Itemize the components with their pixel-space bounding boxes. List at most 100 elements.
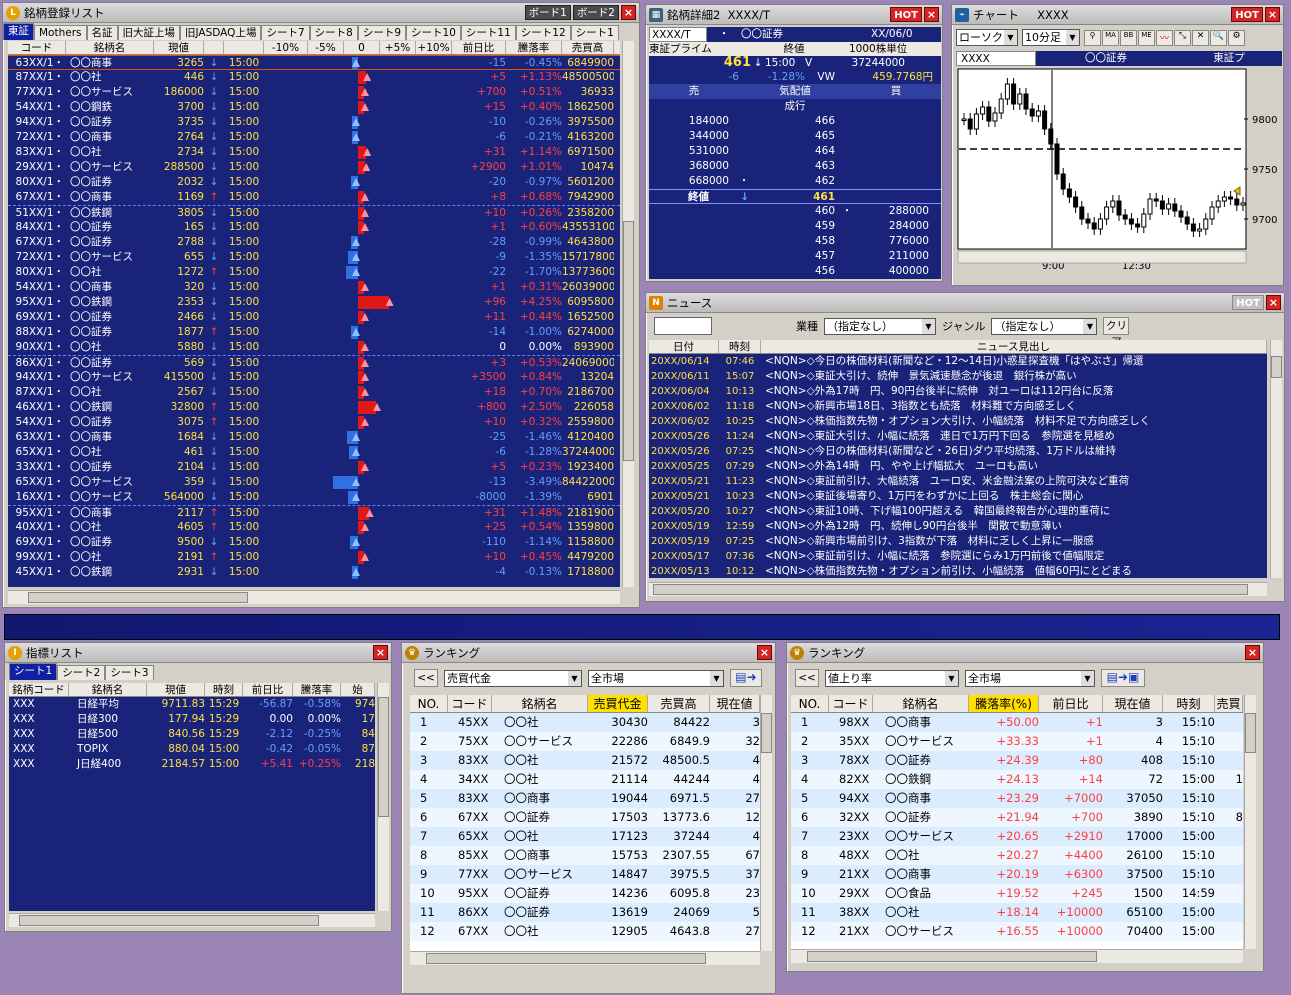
close-icon[interactable]: × [924, 7, 939, 22]
close-icon[interactable]: × [621, 5, 636, 20]
index-vscroll[interactable] [377, 683, 389, 911]
news-row[interactable]: 20XX/05/21 10:23 <NQN>◇東証後場寄り、1万円をわずかに上回る … [649, 489, 1267, 504]
tab-3[interactable]: 旧大証上場 [117, 25, 181, 40]
tab-10[interactable]: シート12 [515, 25, 571, 40]
ranking2-metric-select[interactable]: 値上り率 [825, 669, 959, 687]
bb-icon[interactable]: BB [1120, 29, 1137, 46]
candlestick-chart[interactable]: 9800975097009:00 12:30 [956, 67, 1282, 283]
ranking-row[interactable]: 6 67XX 〇〇証券 17503 13773.6 12 [410, 808, 760, 827]
news-vscroll[interactable] [1270, 340, 1282, 578]
table-row[interactable]: 69XX/1・ 〇〇証券 9500 ↓ 15:00 -110 -1.14% 1158800 [8, 535, 620, 550]
table-row[interactable]: 63XX/1・ 〇〇商事 1684 ↓ 15:00 -25 -1.46% 4120400 [8, 430, 620, 445]
ranking-row[interactable]: 9 21XX 〇〇商事 +20.19 +6300 37500 15:10 [791, 865, 1243, 884]
close-icon[interactable]: × [1245, 645, 1260, 660]
erase-icon[interactable]: ✕ [1192, 29, 1209, 46]
table-row[interactable]: 46XX/1・ 〇〇鉄鋼 32800 ↑ 15:00 +800 +2.50% 226058 [8, 400, 620, 415]
table-row[interactable]: 72XX/1・ 〇〇商事 2764 ↓ 15:00 -6 -0.21% 4163200 [8, 130, 620, 145]
table-row[interactable]: 51XX/1・ 〇〇鉄鋼 3805 ↓ 15:00 +10 +0.26% 2358200 [8, 205, 620, 220]
close-icon[interactable]: × [1265, 7, 1280, 22]
table-row[interactable]: 63XX/1・ 〇〇商事 3265 ↓ 15:00 -15 -0.45% 6849900 [8, 55, 620, 70]
ranking2-vscroll[interactable] [1244, 695, 1256, 949]
news-row[interactable]: 20XX/06/14 07:46 <NQN>◇今日の株価材料(新聞など・12～14日… [649, 354, 1267, 369]
table-row[interactable]: 80XX/1・ 〇〇社 1272 ↑ 15:00 -22 -1.70% 13773600 [8, 265, 620, 280]
clear-button[interactable]: クリア [1103, 317, 1130, 348]
table-row[interactable]: 94XX/1・ 〇〇証券 3735 ↓ 15:00 -10 -0.26% 3975500 [8, 115, 620, 130]
table-row[interactable]: 94XX/1・ 〇〇サービス 415500 ↓ 15:00 +3500 +0.84% 1320… [8, 370, 620, 385]
news-row[interactable]: 20XX/05/19 12:59 <NQN>◇外為12時 円、続伸し90円台後半 関… [649, 519, 1267, 534]
hot-button[interactable]: HOT [1231, 7, 1263, 22]
hot-button[interactable]: HOT [1232, 295, 1264, 310]
ranking-row[interactable]: 1 45XX 〇〇社 30430 84422 3 [410, 713, 760, 732]
ranking-row[interactable]: 9 77XX 〇〇サービス 14847 3975.5 37 [410, 865, 760, 884]
news-hscroll[interactable] [649, 582, 1267, 596]
table-row[interactable]: 40XX/1・ 〇〇社 4605 ↑ 15:00 +25 +0.54% 1359800 [8, 520, 620, 535]
table-row[interactable]: 16XX/1・ 〇〇サービス 564000 ↓ 15:00 -8000 -1.39% 6901 [8, 490, 620, 505]
tab-6[interactable]: シート8 [309, 25, 358, 40]
news-row[interactable]: 20XX/05/20 10:27 <NQN>◇東証10時、下げ幅100円超える 韓国… [649, 504, 1267, 519]
news-row[interactable]: 20XX/05/19 07:25 <NQN>◇新興市場前引け、3指数が下落 材料に乏… [649, 534, 1267, 549]
tab-2[interactable]: 名証 [86, 25, 118, 40]
table-row[interactable]: 29XX/1・ 〇〇サービス 288500 ↓ 15:00 +2900 +1.01% 1047… [8, 160, 620, 175]
table-row[interactable]: 95XX/1・ 〇〇鉄鋼 2353 ↓ 15:00 +96 +4.25% 6095800 [8, 295, 620, 310]
table-row[interactable]: 90XX/1・ 〇〇社 5880 ↓ 15:00 0 0.00% 893900 [8, 340, 620, 355]
table-row[interactable]: 88XX/1・ 〇〇証券 1877 ↑ 15:00 -14 -1.00% 6274000 [8, 325, 620, 340]
index-tab-0[interactable]: シート1 [9, 663, 58, 680]
table-row[interactable]: 45XX/1・ 〇〇鉄鋼 2931 ↓ 15:00 -4 -0.13% 1718800 [8, 565, 620, 580]
news-row[interactable]: 20XX/06/11 15:07 <NQN>◇東証大引け、続伸 景気減速懸念が後退 … [649, 369, 1267, 384]
tab-8[interactable]: シート10 [406, 25, 461, 40]
tab-7[interactable]: シート9 [357, 25, 407, 40]
news-row[interactable]: 20XX/05/25 07:29 <NQN>◇外為14時 円、やや上げ幅拡大 ユーロ… [649, 459, 1267, 474]
ranking2-titlebar[interactable]: ♛ ランキング × [787, 643, 1263, 663]
news-titlebar[interactable]: N ニュース HOT × [646, 293, 1284, 313]
index-row[interactable]: XXX 日経平均 9711.83 15:29 -56.87 -0.58% 974 [9, 697, 375, 712]
ranking-row[interactable]: 4 34XX 〇〇社 21114 44244 4 [410, 770, 760, 789]
back-button[interactable]: << [795, 669, 819, 687]
ranking-row[interactable]: 2 75XX 〇〇サービス 22286 6849.9 32 [410, 732, 760, 751]
index-row[interactable]: XXX TOPIX 880.04 15:00 -0.42 -0.05% 87 [9, 742, 375, 757]
news-row[interactable]: 20XX/06/02 10:25 <NQN>◇株価指数先物・オプション大引け、小幅続… [649, 414, 1267, 429]
table-row[interactable]: 83XX/1・ 〇〇社 2734 ↓ 15:00 +31 +1.14% 6971500 [8, 145, 620, 160]
table-row[interactable]: 95XX/1・ 〇〇商事 2117 ↑ 15:00 +31 +1.48% 2181900 [8, 505, 620, 520]
news-row[interactable]: 20XX/05/21 11:23 <NQN>◇東証前引け、大幅続落 ユーロ安、米金融… [649, 474, 1267, 489]
ranking-row[interactable]: 12 67XX 〇〇社 12905 4643.8 27 [410, 922, 760, 941]
ranking-row[interactable]: 7 65XX 〇〇社 17123 37244 4 [410, 827, 760, 846]
ranking2-market-select[interactable]: 全市場 [965, 669, 1095, 687]
index-row[interactable]: XXX J日経400 2184.57 15:00 +5.41 +0.25% 218 [9, 757, 375, 772]
stock-list-vscroll[interactable] [622, 41, 634, 587]
board1-button[interactable]: ボード1 [524, 5, 571, 20]
export-icon[interactable]: ▤➜ [730, 669, 762, 687]
index-tab-1[interactable]: シート2 [57, 665, 106, 680]
ranking-row[interactable]: 5 94XX 〇〇商事 +23.29 +7000 37050 15:10 [791, 789, 1243, 808]
news-row[interactable]: 20XX/05/26 11:24 <NQN>◇東証大引け、小幅に続落 連日で1万円下… [649, 429, 1267, 444]
table-row[interactable]: 69XX/1・ 〇〇証券 2466 ↓ 15:00 +11 +0.44% 1652500 [8, 310, 620, 325]
index-tab-2[interactable]: シート3 [105, 665, 154, 680]
table-row[interactable]: 54XX/1・ 〇〇鋼鉄 3700 ↓ 15:00 +15 +0.40% 1862500 [8, 100, 620, 115]
tab-1[interactable]: Mothers [34, 25, 87, 40]
close-icon[interactable]: × [373, 645, 388, 660]
table-row[interactable]: 84XX/1・ 〇〇証券 165 ↓ 15:00 +1 +0.60% 43553100 [8, 220, 620, 235]
ranking2-hscroll[interactable] [791, 949, 1243, 963]
genre-select[interactable]: （指定なし） [991, 317, 1098, 335]
news-row[interactable]: 20XX/05/13 10:12 <NQN>◇株価指数先物・オプション前引け、小幅続… [649, 564, 1267, 578]
ranking-row[interactable]: 5 83XX 〇〇商事 19044 6971.5 27 [410, 789, 760, 808]
ranking-row[interactable]: 10 95XX 〇〇証券 14236 6095.8 23 [410, 884, 760, 903]
ranking1-market-select[interactable]: 全市場 [588, 669, 724, 687]
table-row[interactable]: 67XX/1・ 〇〇証券 2788 ↓ 15:00 -28 -0.99% 4643800 [8, 235, 620, 250]
ma-icon[interactable]: MA [1102, 29, 1119, 46]
table-row[interactable]: 99XX/1・ 〇〇社 2191 ↑ 15:00 +10 +0.45% 4479200 [8, 550, 620, 565]
stock-list-titlebar[interactable]: L 銘柄登録リスト ボード1 ボード2 × [3, 3, 639, 23]
table-row[interactable]: 87XX/1・ 〇〇社 446 ↓ 15:00 +5 +1.13% 48500500 [8, 70, 620, 85]
table-row[interactable]: 87XX/1・ 〇〇社 2567 ↓ 15:00 +18 +0.70% 2186700 [8, 385, 620, 400]
ranking-row[interactable]: 10 29XX 〇〇食品 +19.52 +245 1500 14:59 [791, 884, 1243, 903]
news-row[interactable]: 20XX/06/04 10:13 <NQN>◇外為17時 円、90円台後半に続伸 対… [649, 384, 1267, 399]
ranking-row[interactable]: 11 38XX 〇〇社 +18.14 +10000 65100 15:00 [791, 903, 1243, 922]
line-icon[interactable]: 〰 [1156, 29, 1173, 46]
news-row[interactable]: 20XX/06/02 11:18 <NQN>◇新興市場18日、3指数とも続落 材料難… [649, 399, 1267, 414]
table-row[interactable]: 65XX/1・ 〇〇社 461 ↓ 15:00 -6 -1.28% 37244000 [8, 445, 620, 460]
ranking1-metric-select[interactable]: 売買代金 [444, 669, 582, 687]
ranking-row[interactable]: 7 23XX 〇〇サービス +20.65 +2910 17000 15:00 [791, 827, 1243, 846]
index-row[interactable]: XXX 日経500 840.56 15:29 -2.12 -0.25% 84 [9, 727, 375, 742]
ranking-row[interactable]: 12 21XX 〇〇サービス +16.55 +10000 70400 15:00 [791, 922, 1243, 941]
news-row[interactable]: 20XX/05/26 07:25 <NQN>◇今日の株価材料(新聞など・26日)ダウ… [649, 444, 1267, 459]
tab-0[interactable]: 東証 [3, 23, 34, 40]
